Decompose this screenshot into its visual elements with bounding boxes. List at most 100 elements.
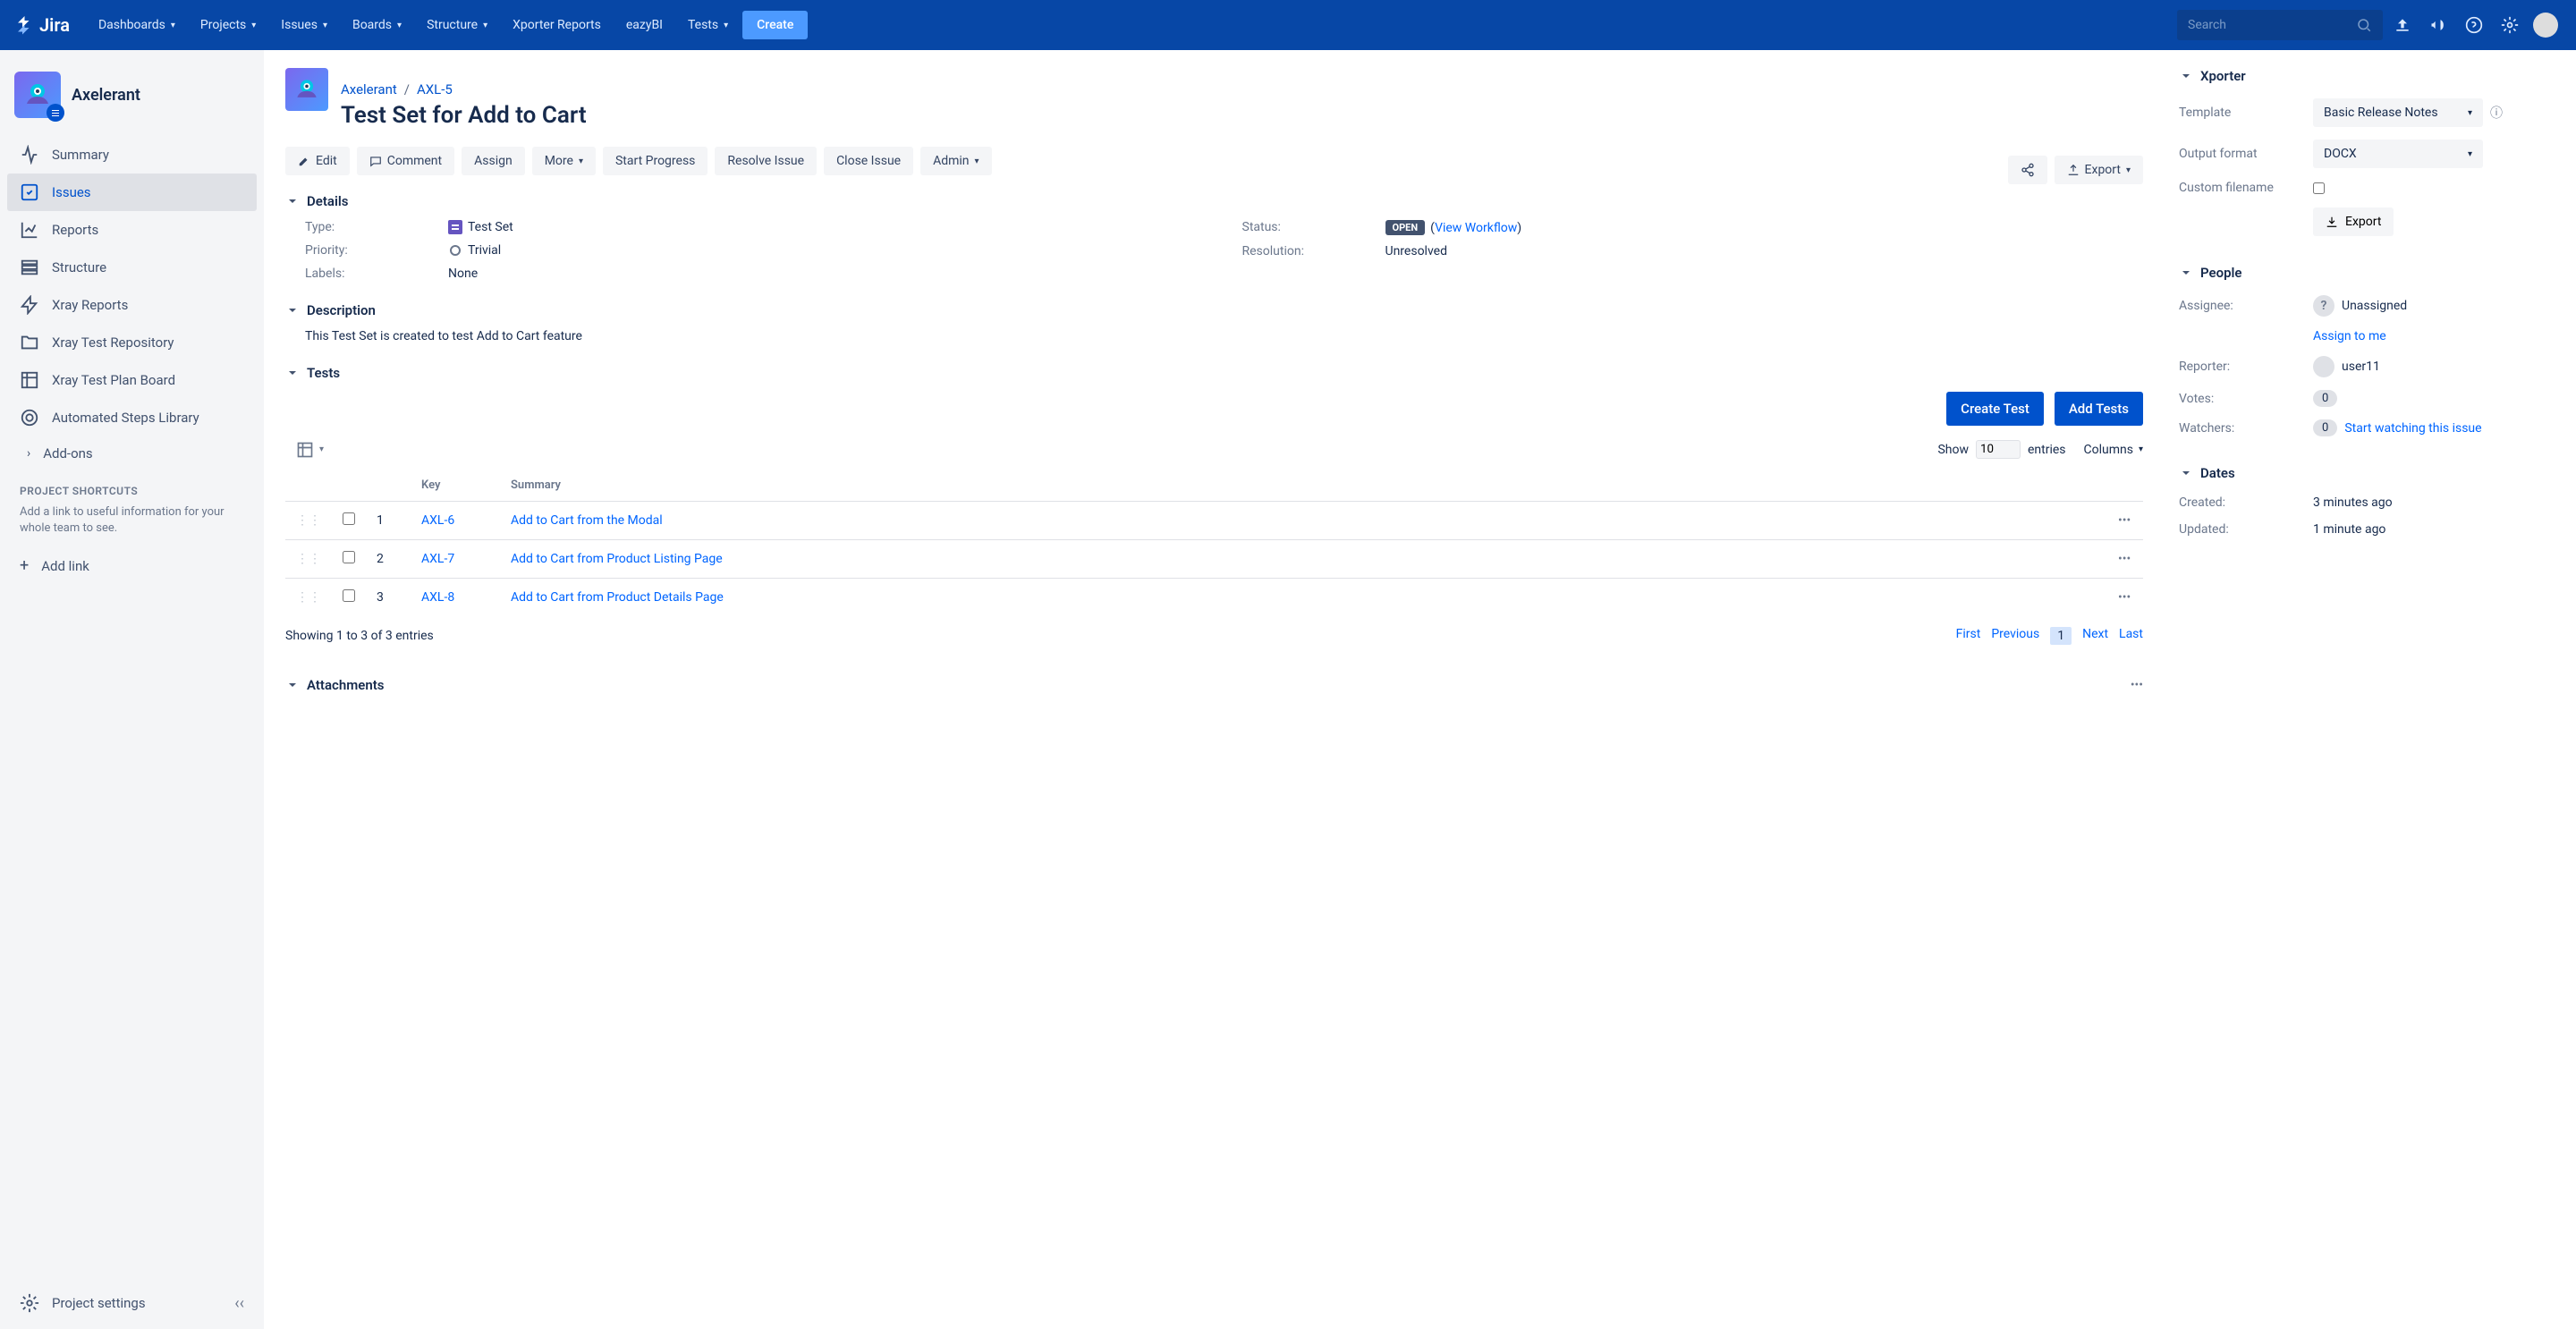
sidebar-item-xray-reports[interactable]: Xray Reports: [7, 286, 257, 324]
chevron-down-icon[interactable]: [285, 303, 300, 317]
project-settings-link[interactable]: Project settings: [20, 1293, 146, 1313]
plus-icon: +: [20, 556, 29, 575]
xporter-export-button[interactable]: Export: [2313, 207, 2394, 236]
nav-tests[interactable]: Tests▾: [677, 13, 739, 38]
comment-button[interactable]: Comment: [357, 147, 454, 175]
user-avatar[interactable]: [2529, 9, 2562, 41]
test-key-link[interactable]: AXL-8: [421, 590, 454, 605]
create-test-button[interactable]: Create Test: [1946, 392, 2044, 426]
search-icon: [2356, 17, 2372, 33]
chevron-down-icon[interactable]: [285, 194, 300, 208]
search-box[interactable]: [2177, 10, 2383, 40]
show-label: Show: [1937, 443, 1969, 457]
entries-input[interactable]: [1976, 440, 2021, 459]
sidebar-item-summary[interactable]: Summary: [7, 136, 257, 174]
more-button[interactable]: More▾: [532, 147, 596, 175]
library-icon: [20, 408, 39, 427]
sidebar-item-addons[interactable]: ›Add-ons: [7, 436, 257, 470]
chevron-down-icon[interactable]: [285, 678, 300, 692]
sidebar-item-xray-plan[interactable]: Xray Test Plan Board: [7, 361, 257, 399]
chevron-down-icon[interactable]: [2179, 266, 2193, 280]
row-checkbox[interactable]: [343, 512, 355, 525]
columns-picker[interactable]: ▾: [285, 441, 324, 459]
template-select[interactable]: Basic Release Notes▾: [2313, 98, 2483, 127]
columns-dropdown[interactable]: Columns▾: [2084, 443, 2143, 457]
megaphone-icon[interactable]: [2422, 9, 2454, 41]
sidebar-item-xray-repo[interactable]: Xray Test Repository: [7, 324, 257, 361]
page-prev[interactable]: Previous: [1991, 627, 2039, 645]
admin-button[interactable]: Admin▾: [920, 147, 991, 175]
test-key-link[interactable]: AXL-7: [421, 552, 454, 566]
th-key[interactable]: Key: [411, 470, 500, 502]
assign-to-me-link[interactable]: Assign to me: [2313, 329, 2386, 343]
sidebar-add-link[interactable]: +Add link: [7, 547, 257, 584]
jira-logo[interactable]: Jira: [14, 14, 70, 36]
close-button[interactable]: Close Issue: [824, 147, 913, 175]
chevron-down-icon[interactable]: [2179, 466, 2193, 480]
sidebar-item-issues[interactable]: Issues: [7, 174, 257, 211]
download-icon: [2326, 216, 2338, 228]
nav-dashboards[interactable]: Dashboards▾: [88, 13, 186, 38]
right-panel: Xporter Template Basic Release Notes▾ⓘ O…: [2179, 68, 2555, 1311]
nav-eazybi[interactable]: eazyBI: [615, 13, 674, 38]
format-select[interactable]: DOCX▾: [2313, 140, 2483, 168]
assign-button[interactable]: Assign: [462, 147, 525, 175]
sidebar-item-auto-steps[interactable]: Automated Steps Library: [7, 399, 257, 436]
sidebar-item-structure[interactable]: Structure: [7, 249, 257, 286]
upload-icon: [2067, 164, 2080, 176]
test-summary-link[interactable]: Add to Cart from Product Listing Page: [511, 552, 723, 566]
drag-handle-icon[interactable]: ⋮⋮: [296, 513, 321, 528]
project-header[interactable]: Axelerant: [7, 72, 257, 136]
help-icon[interactable]: [2458, 9, 2490, 41]
export-button[interactable]: Export▾: [2055, 156, 2143, 184]
test-summary-link[interactable]: Add to Cart from Product Details Page: [511, 590, 724, 605]
project-name: Axelerant: [72, 86, 140, 105]
nav-projects[interactable]: Projects▾: [190, 13, 267, 38]
breadcrumb-issue-link[interactable]: AXL-5: [417, 81, 453, 97]
test-summary-link[interactable]: Add to Cart from the Modal: [511, 513, 663, 528]
breadcrumb-project-link[interactable]: Axelerant: [341, 81, 397, 97]
page-first[interactable]: First: [1956, 627, 1981, 645]
row-more-icon[interactable]: •••: [2107, 502, 2143, 540]
test-set-icon: [448, 220, 462, 234]
edit-button[interactable]: Edit: [285, 147, 350, 175]
drag-handle-icon[interactable]: ⋮⋮: [296, 552, 321, 566]
nav-xporter[interactable]: Xporter Reports: [502, 13, 612, 38]
bolt-icon: [20, 295, 39, 315]
page-last[interactable]: Last: [2119, 627, 2143, 645]
start-progress-button[interactable]: Start Progress: [603, 147, 708, 175]
row-more-icon[interactable]: •••: [2107, 579, 2143, 617]
updated-value: 1 minute ago: [2313, 522, 2385, 537]
arrow-up-icon[interactable]: [2386, 9, 2419, 41]
watch-link[interactable]: Start watching this issue: [2344, 421, 2481, 436]
row-checkbox[interactable]: [343, 589, 355, 602]
action-bar: Edit Comment Assign More▾ Start Progress…: [285, 147, 992, 175]
filename-checkbox[interactable]: [2313, 182, 2325, 194]
test-key-link[interactable]: AXL-6: [421, 513, 454, 528]
nav-structure[interactable]: Structure▾: [416, 13, 498, 38]
page-next[interactable]: Next: [2082, 627, 2108, 645]
th-summary[interactable]: Summary: [500, 470, 2107, 502]
workflow-link[interactable]: View Workflow: [1435, 221, 1517, 235]
trivial-icon: [448, 243, 462, 258]
settings-icon[interactable]: [2494, 9, 2526, 41]
help-icon[interactable]: ⓘ: [2490, 104, 2503, 122]
resolve-button[interactable]: Resolve Issue: [715, 147, 817, 175]
search-input[interactable]: [2188, 18, 2356, 32]
nav-boards[interactable]: Boards▾: [342, 13, 412, 38]
chevron-down-icon[interactable]: [285, 366, 300, 380]
share-button[interactable]: [2008, 156, 2047, 184]
tests-table: KeySummary ⋮⋮1AXL-6Add to Cart from the …: [285, 470, 2143, 616]
drag-handle-icon[interactable]: ⋮⋮: [296, 590, 321, 605]
chevron-down-icon[interactable]: [2179, 69, 2193, 83]
collapse-icon[interactable]: ‹‹: [234, 1294, 244, 1313]
add-tests-button[interactable]: Add Tests: [2055, 392, 2143, 426]
row-more-icon[interactable]: •••: [2107, 540, 2143, 579]
row-checkbox[interactable]: [343, 551, 355, 563]
create-button[interactable]: Create: [742, 11, 808, 39]
table-row: ⋮⋮3AXL-8Add to Cart from Product Details…: [285, 579, 2143, 617]
nav-issues[interactable]: Issues▾: [270, 13, 338, 38]
board-icon: [20, 370, 39, 390]
attachments-more-icon[interactable]: •••: [2131, 678, 2143, 692]
sidebar-item-reports[interactable]: Reports: [7, 211, 257, 249]
